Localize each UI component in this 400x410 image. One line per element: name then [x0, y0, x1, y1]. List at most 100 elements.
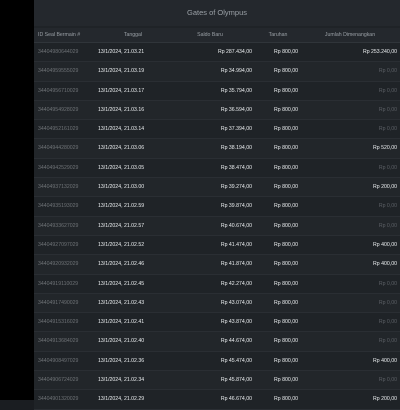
bet-cell: Rp 800,00 — [274, 241, 298, 248]
date-cell: 13/1/2024, 21.02.29 — [98, 396, 145, 403]
table-row[interactable]: 34404937132029 13/1/2024, 21.03.00 Rp 39.2… — [34, 178, 400, 198]
date-cell: 13/1/2024, 21.03.21 — [98, 49, 145, 55]
table-row[interactable]: 34404980644029 13/1/2024, 21.03.21 Rp 287.… — [34, 43, 400, 63]
table-row[interactable]: 34404952161029 13/1/2024, 21.03.14 Rp 37.3… — [34, 120, 400, 140]
table-row[interactable]: 34404915316029 13/1/2024, 21.02.41 Rp 43.8… — [34, 313, 400, 333]
balance-cell: Rp 41.474,00 — [220, 241, 252, 248]
bet-cell: Rp 800,00 — [274, 203, 298, 210]
balance-cell: Rp 38.474,00 — [220, 164, 252, 171]
table-row[interactable]: 34404959555029 13/1/2024, 21.03.19 Rp 34.9… — [34, 62, 400, 82]
date-cell: 13/1/2024, 21.02.52 — [98, 241, 145, 248]
table-row[interactable]: 34404956710029 13/1/2024, 21.03.17 Rp 35.7… — [34, 81, 400, 101]
round-id-link[interactable]: 34404919110029 — [34, 275, 98, 293]
round-id-link[interactable]: 34404935193029 — [34, 197, 98, 215]
date-cell: 13/1/2024, 21.03.06 — [98, 145, 145, 152]
bet-cell: Rp 800,00 — [274, 357, 298, 364]
table-row[interactable]: 34404917490029 13/1/2024, 21.02.43 Rp 43.0… — [34, 293, 400, 314]
balance-cell: Rp 34.994,00 — [220, 68, 252, 75]
win-cell: Rp 0,00 — [378, 106, 397, 113]
win-cell: Rp 0,00 — [378, 203, 397, 210]
date-cell: 13/1/2024, 21.02.43 — [98, 299, 145, 306]
date-cell: 13/1/2024, 21.03.05 — [98, 164, 145, 171]
round-id-link[interactable]: 34404906724029 — [34, 371, 98, 389]
win-cell: Rp 0,00 — [378, 126, 397, 133]
column-header-balance: Saldo Baru — [197, 32, 223, 38]
balance-cell: Rp 44.674,00 — [220, 338, 252, 345]
bet-cell: Rp 800,00 — [274, 377, 298, 384]
date-cell: 13/1/2024, 21.02.36 — [98, 357, 145, 364]
balance-cell: Rp 35.794,00 — [220, 87, 252, 94]
bet-cell: Rp 800,00 — [274, 396, 298, 403]
bet-cell: Rp 800,00 — [274, 106, 298, 113]
table-row[interactable]: 34404933627029 13/1/2024, 21.02.57 Rp 40.6… — [34, 216, 400, 236]
balance-cell: Rp 37.394,00 — [220, 126, 252, 133]
date-cell: 13/1/2024, 21.02.34 — [98, 377, 145, 384]
win-cell: Rp 0,00 — [378, 222, 397, 229]
bet-cell: Rp 800,00 — [274, 68, 298, 75]
balance-cell: Rp 43.874,00 — [220, 319, 252, 326]
table-row[interactable]: 34404927097029 13/1/2024, 21.02.52 Rp 41.4… — [34, 235, 400, 256]
bet-cell: Rp 800,00 — [274, 145, 298, 152]
round-id-link[interactable]: 34404908497029 — [34, 352, 98, 370]
round-id-link[interactable]: 34404980644029 — [34, 43, 98, 61]
table-row[interactable]: 34404919110029 13/1/2024, 21.02.45 Rp 42.2… — [34, 274, 400, 294]
left-sidebar — [0, 0, 34, 400]
table-row[interactable]: 34404908497029 13/1/2024, 21.02.36 Rp 45.4… — [34, 351, 400, 372]
column-header-date: Tanggal — [123, 32, 143, 38]
column-header-id: ID Seal Bermain # — [38, 32, 81, 38]
table-row[interactable]: 34404935193029 13/1/2024, 21.02.59 Rp 39.8… — [34, 197, 400, 217]
bet-cell: Rp 800,00 — [274, 184, 298, 191]
date-cell: 13/1/2024, 21.03.16 — [98, 106, 145, 113]
round-id-link[interactable]: 34404944280029 — [34, 139, 98, 157]
win-cell: Rp 0,00 — [378, 280, 397, 287]
round-id-link[interactable]: 34404927097029 — [34, 236, 98, 254]
round-id-link[interactable]: 34404920932029 — [34, 255, 98, 273]
bet-cell: Rp 800,00 — [274, 299, 298, 306]
date-cell: 13/1/2024, 21.03.19 — [98, 68, 145, 75]
win-cell: Rp 200,00 — [373, 184, 397, 191]
round-id-link[interactable]: 34404915316029 — [34, 313, 98, 331]
round-id-link[interactable]: 34404942529029 — [34, 159, 98, 177]
column-header-bet: Taruhan — [268, 32, 288, 38]
bet-cell: Rp 800,00 — [274, 261, 298, 268]
table-row[interactable]: 34404942529029 13/1/2024, 21.03.05 Rp 38.4… — [34, 158, 400, 179]
date-cell: 13/1/2024, 21.03.00 — [98, 184, 145, 191]
balance-cell: Rp 41.874,00 — [220, 261, 252, 268]
table-row[interactable]: 34404944280029 13/1/2024, 21.03.06 Rp 38.1… — [34, 139, 400, 159]
round-id-link[interactable]: 34404901320029 — [34, 390, 98, 408]
date-cell: 13/1/2024, 21.02.59 — [98, 203, 145, 210]
win-cell: Rp 400,00 — [373, 261, 397, 268]
date-cell: 13/1/2024, 21.02.57 — [98, 222, 145, 229]
bet-cell: Rp 800,00 — [274, 319, 298, 326]
table-row[interactable]: 34404954928029 13/1/2024, 21.03.16 Rp 36.5… — [34, 100, 400, 121]
balance-cell: Rp 45.474,00 — [220, 357, 252, 364]
table-header: ID Seal Bermain # Tanggal Saldo Baru Tar… — [34, 28, 400, 43]
balance-cell: Rp 36.594,00 — [220, 106, 252, 113]
balance-cell: Rp 40.674,00 — [220, 222, 252, 229]
bet-cell: Rp 800,00 — [274, 222, 298, 229]
date-cell: 13/1/2024, 21.02.46 — [98, 261, 145, 268]
table-row[interactable]: 34404906724029 13/1/2024, 21.02.34 Rp 45.8… — [34, 371, 400, 391]
win-cell: Rp 520,00 — [373, 145, 397, 152]
table-body: 34404980644029 13/1/2024, 21.03.21 Rp 287.… — [34, 43, 400, 410]
round-id-link[interactable]: 34404954928029 — [34, 101, 98, 119]
balance-cell: Rp 39.874,00 — [220, 203, 252, 210]
win-cell: Rp 0,00 — [378, 299, 397, 306]
round-id-link[interactable]: 34404937132029 — [34, 178, 98, 196]
round-id-link[interactable]: 34404952161029 — [34, 120, 98, 138]
round-id-link[interactable]: 34404956710029 — [34, 82, 98, 100]
round-id-link[interactable]: 34404913684029 — [34, 332, 98, 350]
bet-cell: Rp 800,00 — [274, 338, 298, 345]
table-row[interactable]: 34404913684029 13/1/2024, 21.02.40 Rp 44.6… — [34, 332, 400, 352]
game-title: Gates of Olympus — [34, 0, 400, 26]
round-id-link[interactable]: 34404959555029 — [34, 62, 98, 80]
win-cell: Rp 0,00 — [378, 87, 397, 94]
bet-history-panel: Gates of Olympus ID Seal Bermain # Tangg… — [34, 0, 400, 410]
balance-cell: Rp 39.274,00 — [220, 184, 252, 191]
balance-cell: Rp 287.434,00 — [217, 49, 252, 55]
round-id-link[interactable]: 34404917490029 — [34, 294, 98, 312]
balance-cell: Rp 43.074,00 — [220, 299, 252, 306]
round-id-link[interactable]: 34404933627029 — [34, 217, 98, 235]
table-row[interactable]: 34404920932029 13/1/2024, 21.02.46 Rp 41.8… — [34, 255, 400, 275]
date-cell: 13/1/2024, 21.03.14 — [98, 126, 145, 133]
